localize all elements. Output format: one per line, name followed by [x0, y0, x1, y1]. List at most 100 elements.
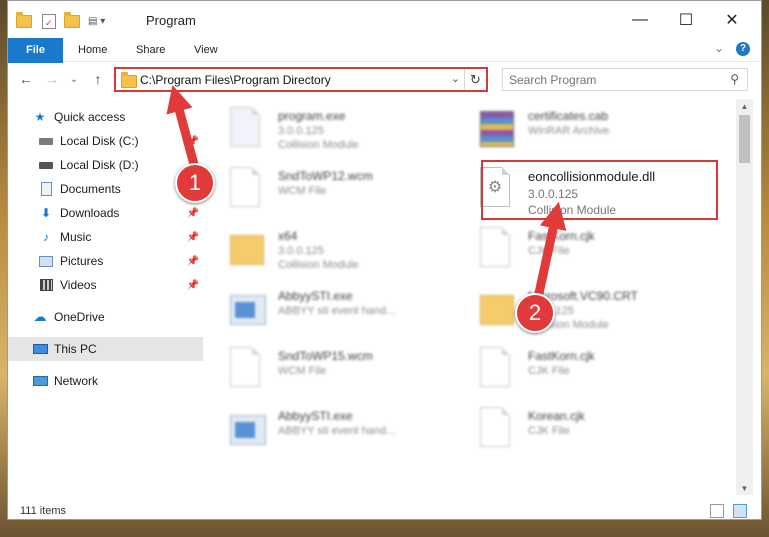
sidebar-item-label: Local Disk (C:): [60, 134, 139, 148]
sidebar-item-label: OneDrive: [54, 310, 105, 324]
sidebar-item-label: This PC: [54, 342, 97, 356]
chevron-down-icon[interactable]: ⌄: [451, 72, 460, 85]
file-item[interactable]: program.exe 3.0.0.125 Collision Module: [208, 103, 448, 159]
file-item[interactable]: SndToWP15.wcm WCM File: [208, 343, 448, 399]
file-item[interactable]: x64 3.0.0.125 Collision Module: [208, 223, 448, 279]
folder-icon[interactable]: [16, 11, 32, 28]
sidebar-item-label: Documents: [60, 182, 121, 196]
file-icon: [230, 347, 266, 391]
pin-icon[interactable]: 📌: [187, 208, 199, 219]
scroll-down-icon[interactable]: ▼: [736, 481, 753, 495]
address-bar[interactable]: C:\Program Files\Program Directory ⌄ ↻: [114, 67, 488, 92]
folder-icon: [121, 72, 137, 88]
sidebar-item-network[interactable]: Network: [8, 369, 203, 393]
drive-icon: [38, 158, 54, 172]
back-button[interactable]: ←: [16, 69, 36, 89]
up-button[interactable]: ↑: [88, 69, 108, 89]
video-icon: [38, 278, 54, 292]
search-input[interactable]: [503, 69, 713, 90]
file-icon: [480, 407, 516, 451]
sidebar-item-onedrive[interactable]: ☁ OneDrive: [8, 305, 203, 329]
tab-home[interactable]: Home: [66, 38, 119, 62]
sidebar-item-downloads[interactable]: ⬇ Downloads 📌: [8, 201, 203, 225]
sidebar-item-label: Downloads: [60, 206, 120, 220]
file-name: FastKorn.cjk: [528, 229, 595, 243]
file-item[interactable]: Microsoft.VC90.CRT 3.0.0.125 Collision M…: [458, 283, 698, 339]
file-name: certificates.cab: [528, 109, 609, 123]
file-name: FastKorn.cjk: [528, 349, 595, 363]
help-icon[interactable]: ?: [736, 42, 750, 56]
archive-icon: [480, 107, 516, 151]
file-name: Korean.cjk: [528, 409, 585, 423]
pin-icon[interactable]: 📌: [187, 136, 199, 147]
sidebar-item-local-disk-c[interactable]: Local Disk (C:) 📌: [8, 129, 203, 153]
maximize-button[interactable]: ☐: [663, 5, 709, 35]
file-name: SndToWP15.wcm: [278, 349, 373, 363]
file-type: CJK File: [528, 365, 570, 377]
pin-icon[interactable]: 📌: [187, 280, 199, 291]
folder-icon: [230, 227, 266, 271]
sidebar-item-label: Videos: [60, 278, 97, 292]
status-bar: 111 items: [8, 501, 761, 519]
sidebar-item-documents[interactable]: Documents 📌: [8, 177, 203, 201]
file-list: program.exe 3.0.0.125 Collision Module c…: [208, 99, 736, 495]
callout-step-2: 2: [515, 293, 555, 333]
file-item[interactable]: AbbyySTI.exe ABBYY sti event hand...: [208, 283, 448, 339]
sidebar-item-label: Pictures: [60, 254, 104, 268]
network-icon: [32, 374, 48, 388]
file-item[interactable]: Korean.cjk CJK File: [458, 403, 698, 459]
file-item[interactable]: AbbyySTI.exe ABBYY sti event hand...: [208, 403, 448, 459]
scroll-thumb[interactable]: [739, 115, 750, 163]
close-button[interactable]: ✕: [709, 5, 755, 35]
file-icon: [480, 347, 516, 391]
pin-icon[interactable]: 📌: [187, 256, 199, 267]
sidebar-item-music[interactable]: ♪ Music 📌: [8, 225, 203, 249]
recent-locations-button[interactable]: ⌄: [64, 69, 84, 89]
scroll-up-icon[interactable]: ▲: [736, 99, 753, 113]
computer-icon: [32, 342, 48, 356]
properties-icon[interactable]: ✓: [42, 13, 56, 29]
sidebar-item-this-pc[interactable]: This PC: [8, 337, 203, 361]
file-item[interactable]: FastKorn.cjk CJK File: [458, 343, 698, 399]
magnifier-icon[interactable]: ⚲: [730, 72, 739, 86]
file-name: AbbyySTI.exe: [278, 289, 353, 303]
minimize-button[interactable]: —: [617, 5, 663, 35]
file-name: SndToWP12.wcm: [278, 169, 373, 183]
search-box[interactable]: ⚲: [502, 68, 748, 91]
file-version: 3.0.0.125: [278, 125, 324, 137]
file-description: ABBYY sti event hand...: [278, 305, 396, 317]
sidebar-item-quick-access[interactable]: ★ Quick access: [8, 105, 203, 129]
quick-access-toolbar: ✓ ▤ ▾: [16, 11, 105, 31]
title-bar: ✓ ▤ ▾ Program — ☐ ✕: [8, 1, 761, 38]
sidebar-item-label: Network: [54, 374, 99, 388]
music-icon: ♪: [43, 230, 49, 244]
pin-icon[interactable]: 📌: [187, 232, 199, 243]
file-item[interactable]: FastKorn.cjk CJK File: [458, 223, 698, 279]
file-name: x64: [278, 229, 298, 243]
file-description: ABBYY sti event hand...: [278, 425, 396, 437]
sidebar-item-local-disk-d[interactable]: Local Disk (D:) 📌: [8, 153, 203, 177]
tab-view[interactable]: View: [182, 38, 230, 62]
new-folder-icon[interactable]: [64, 11, 80, 28]
download-icon: ⬇: [40, 206, 52, 220]
file-item[interactable]: SndToWP12.wcm WCM File: [208, 163, 448, 219]
address-path[interactable]: C:\Program Files\Program Directory: [140, 73, 331, 87]
window-title: Program: [146, 13, 196, 28]
file-icon: [480, 227, 516, 271]
pictures-icon: [38, 254, 54, 268]
sidebar-item-pictures[interactable]: Pictures 📌: [8, 249, 203, 273]
app-icon: [230, 287, 266, 331]
refresh-button[interactable]: ↻: [464, 69, 486, 90]
forward-button[interactable]: →: [42, 69, 62, 89]
file-item[interactable]: certificates.cab WinRAR Archive: [458, 103, 698, 159]
sidebar-item-videos[interactable]: Videos 📌: [8, 273, 203, 297]
sidebar-item-label: Local Disk (D:): [60, 158, 139, 172]
item-count: 111 items: [20, 505, 67, 517]
document-icon: [38, 182, 54, 196]
tab-share[interactable]: Share: [124, 38, 177, 62]
details-view-icon[interactable]: [710, 504, 724, 518]
ribbon-expand-icon[interactable]: ⌄: [714, 41, 724, 55]
customize-toolbar-icon[interactable]: ▤ ▾: [88, 16, 105, 27]
tiles-view-icon[interactable]: [733, 504, 747, 518]
vertical-scrollbar[interactable]: ▲ ▼: [736, 99, 753, 495]
